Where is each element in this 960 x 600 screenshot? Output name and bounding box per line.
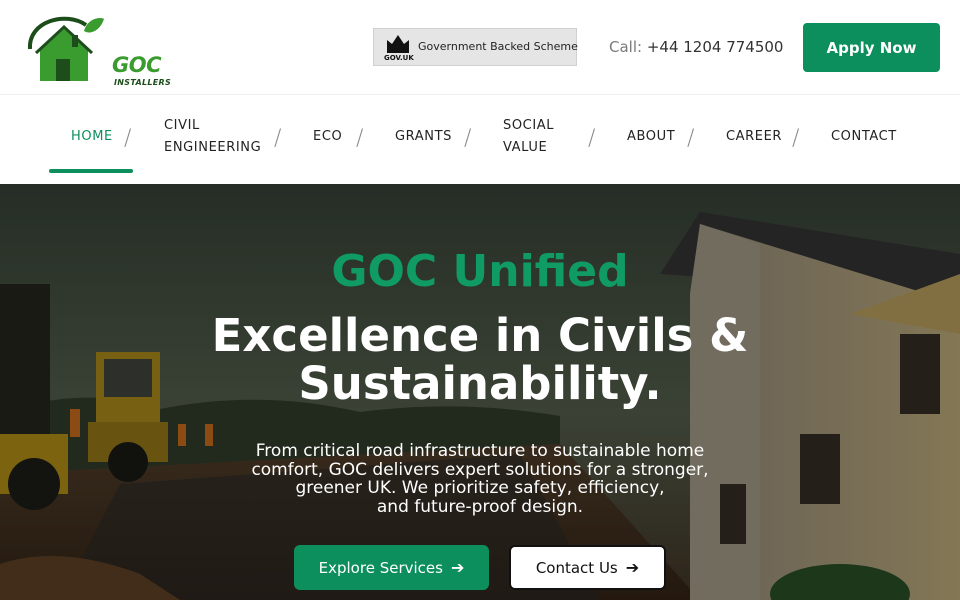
nav-item-home[interactable]: HOME xyxy=(71,126,113,148)
nav-label: CONTACT xyxy=(831,129,897,144)
nav-separator: / xyxy=(464,126,472,151)
nav-separator: / xyxy=(356,126,364,151)
gov-backed-badge: GOV.UK Government Backed Scheme xyxy=(373,28,578,66)
hero-desc-line4: and future-proof design. xyxy=(376,496,584,517)
nav-separator: / xyxy=(124,126,132,151)
gov-uk-text: GOV.UK xyxy=(384,54,414,62)
nav-separator: / xyxy=(792,126,800,151)
phone-number[interactable]: +44 1204 774500 xyxy=(647,38,784,56)
nav-separator: / xyxy=(274,126,282,151)
nav-label: HOME xyxy=(71,129,113,144)
hero-desc-line2: comfort, GOC delivers expert solutions f… xyxy=(251,459,709,480)
goc-logo[interactable]: GOC INSTALLERS xyxy=(26,11,171,87)
nav-label: CAREER xyxy=(726,129,783,144)
nav-separator: / xyxy=(687,126,695,151)
hero-desc-line1: From critical road infrastructure to sus… xyxy=(255,441,705,461)
nav-item-civil-engineering[interactable]: CIVIL ENGINEERING xyxy=(164,115,261,159)
apply-now-button[interactable]: Apply Now xyxy=(803,23,940,72)
nav-item-grants[interactable]: GRANTS xyxy=(395,126,452,148)
main-nav: HOME / CIVIL ENGINEERING / ECO / GRANTS … xyxy=(0,96,960,184)
hero-eyebrow: GOC Unified xyxy=(331,246,629,297)
nav-item-eco[interactable]: ECO xyxy=(313,126,342,148)
nav-label-line2: VALUE xyxy=(503,140,548,155)
logo-subtext: INSTALLERS xyxy=(114,78,172,87)
nav-label-line2: ENGINEERING xyxy=(164,140,262,155)
hero-section: GOC Unified Excellence in Civils & Susta… xyxy=(0,184,960,600)
nav-item-contact[interactable]: CONTACT xyxy=(831,126,897,148)
explore-services-button[interactable]: Explore Services ➔ xyxy=(294,545,489,590)
gov-badge-label: Government Backed Scheme xyxy=(418,40,578,53)
phone-contact[interactable]: Call: +44 1204 774500 xyxy=(609,38,783,56)
nav-item-career[interactable]: CAREER xyxy=(726,126,782,148)
explore-services-label: Explore Services xyxy=(318,558,443,577)
arrow-right-icon: ➔ xyxy=(625,558,640,577)
contact-us-label: Contact Us xyxy=(535,558,618,577)
crown-icon xyxy=(387,35,409,53)
nav-label: CIVIL xyxy=(164,118,200,133)
phone-label: Call: xyxy=(609,38,643,56)
active-nav-indicator xyxy=(49,169,133,173)
contact-us-button[interactable]: Contact Us ➔ xyxy=(509,545,666,590)
arrow-right-icon: ➔ xyxy=(450,558,465,577)
logo-text: GOC xyxy=(112,53,162,77)
nav-separator: / xyxy=(588,126,596,151)
nav-label: ECO xyxy=(313,129,343,144)
hero-description: From critical road infrastructure to sus… xyxy=(230,442,730,516)
hero-desc-line3: greener UK. We prioritize safety, effici… xyxy=(295,478,665,498)
nav-label: ABOUT xyxy=(627,129,676,144)
top-header: GOC INSTALLERS GOV.UK Government Backed … xyxy=(0,0,960,95)
nav-label: GRANTS xyxy=(395,129,452,144)
nav-item-about[interactable]: ABOUT xyxy=(627,126,675,148)
hero-title-line2: Sustainability. xyxy=(298,357,662,410)
hero-title: Excellence in Civils & Sustainability. xyxy=(0,312,960,408)
nav-item-social-value[interactable]: SOCIAL VALUE xyxy=(503,115,554,159)
nav-label: SOCIAL xyxy=(503,118,555,133)
hero-title-line1: Excellence in Civils & xyxy=(211,309,749,362)
